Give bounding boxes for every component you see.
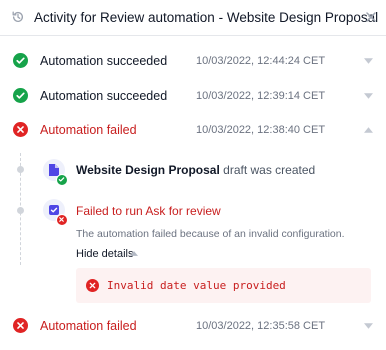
- failure-description: The automation failed because of an inva…: [76, 228, 345, 240]
- error-icon: [13, 318, 28, 333]
- history-icon: [12, 11, 24, 22]
- step-draft-created: Website Design Proposal draft was create…: [76, 163, 315, 177]
- run-status-label: Automation succeeded: [40, 54, 168, 68]
- run-row[interactable]: Automation succeeded 10/03/2022, 12:39:1…: [0, 79, 386, 113]
- success-icon: [56, 174, 68, 186]
- error-message: Invalid date value provided: [107, 279, 286, 292]
- run-row[interactable]: Automation failed 10/03/2022, 12:38:40 C…: [0, 113, 386, 147]
- timeline-dot: [17, 207, 24, 214]
- run-timestamp: 10/03/2022, 12:39:14 CET: [196, 90, 326, 102]
- run-row[interactable]: Automation failed 10/03/2022, 12:35:58 C…: [0, 309, 386, 343]
- success-icon: [13, 53, 28, 68]
- panel-header: Activity for Review automation - Website…: [0, 0, 386, 36]
- chevron-up-icon[interactable]: [364, 127, 373, 133]
- chevron-down-icon[interactable]: [364, 323, 373, 329]
- panel-title: Activity for Review automation - Website…: [34, 10, 379, 25]
- run-status-label: Automation failed: [40, 123, 137, 137]
- checkbox-icon: [49, 205, 59, 215]
- step-failed-message: Failed to run Ask for review: [76, 204, 221, 218]
- error-details-box: Invalid date value provided: [76, 268, 371, 303]
- run-timestamp: 10/03/2022, 12:44:24 CET: [196, 55, 326, 67]
- success-icon: [13, 88, 28, 103]
- error-icon: [13, 122, 28, 137]
- step-text-rest: draft was created: [219, 163, 316, 177]
- chevron-down-icon[interactable]: [364, 93, 373, 99]
- hide-details-toggle[interactable]: Hide details: [76, 248, 133, 260]
- error-icon: [86, 279, 99, 292]
- run-status-label: Automation succeeded: [40, 89, 168, 103]
- close-icon[interactable]: [365, 11, 377, 23]
- run-timestamp: 10/03/2022, 12:38:40 CET: [196, 124, 326, 136]
- caret-up-icon[interactable]: [130, 251, 138, 256]
- run-status-label: Automation failed: [40, 319, 137, 333]
- chevron-down-icon[interactable]: [364, 58, 373, 64]
- timeline-dot: [17, 166, 24, 173]
- run-timestamp: 10/03/2022, 12:35:58 CET: [196, 320, 326, 332]
- draft-name-link[interactable]: Website Design Proposal: [76, 163, 220, 177]
- error-icon: [56, 214, 68, 226]
- run-row[interactable]: Automation succeeded 10/03/2022, 12:44:2…: [0, 44, 386, 78]
